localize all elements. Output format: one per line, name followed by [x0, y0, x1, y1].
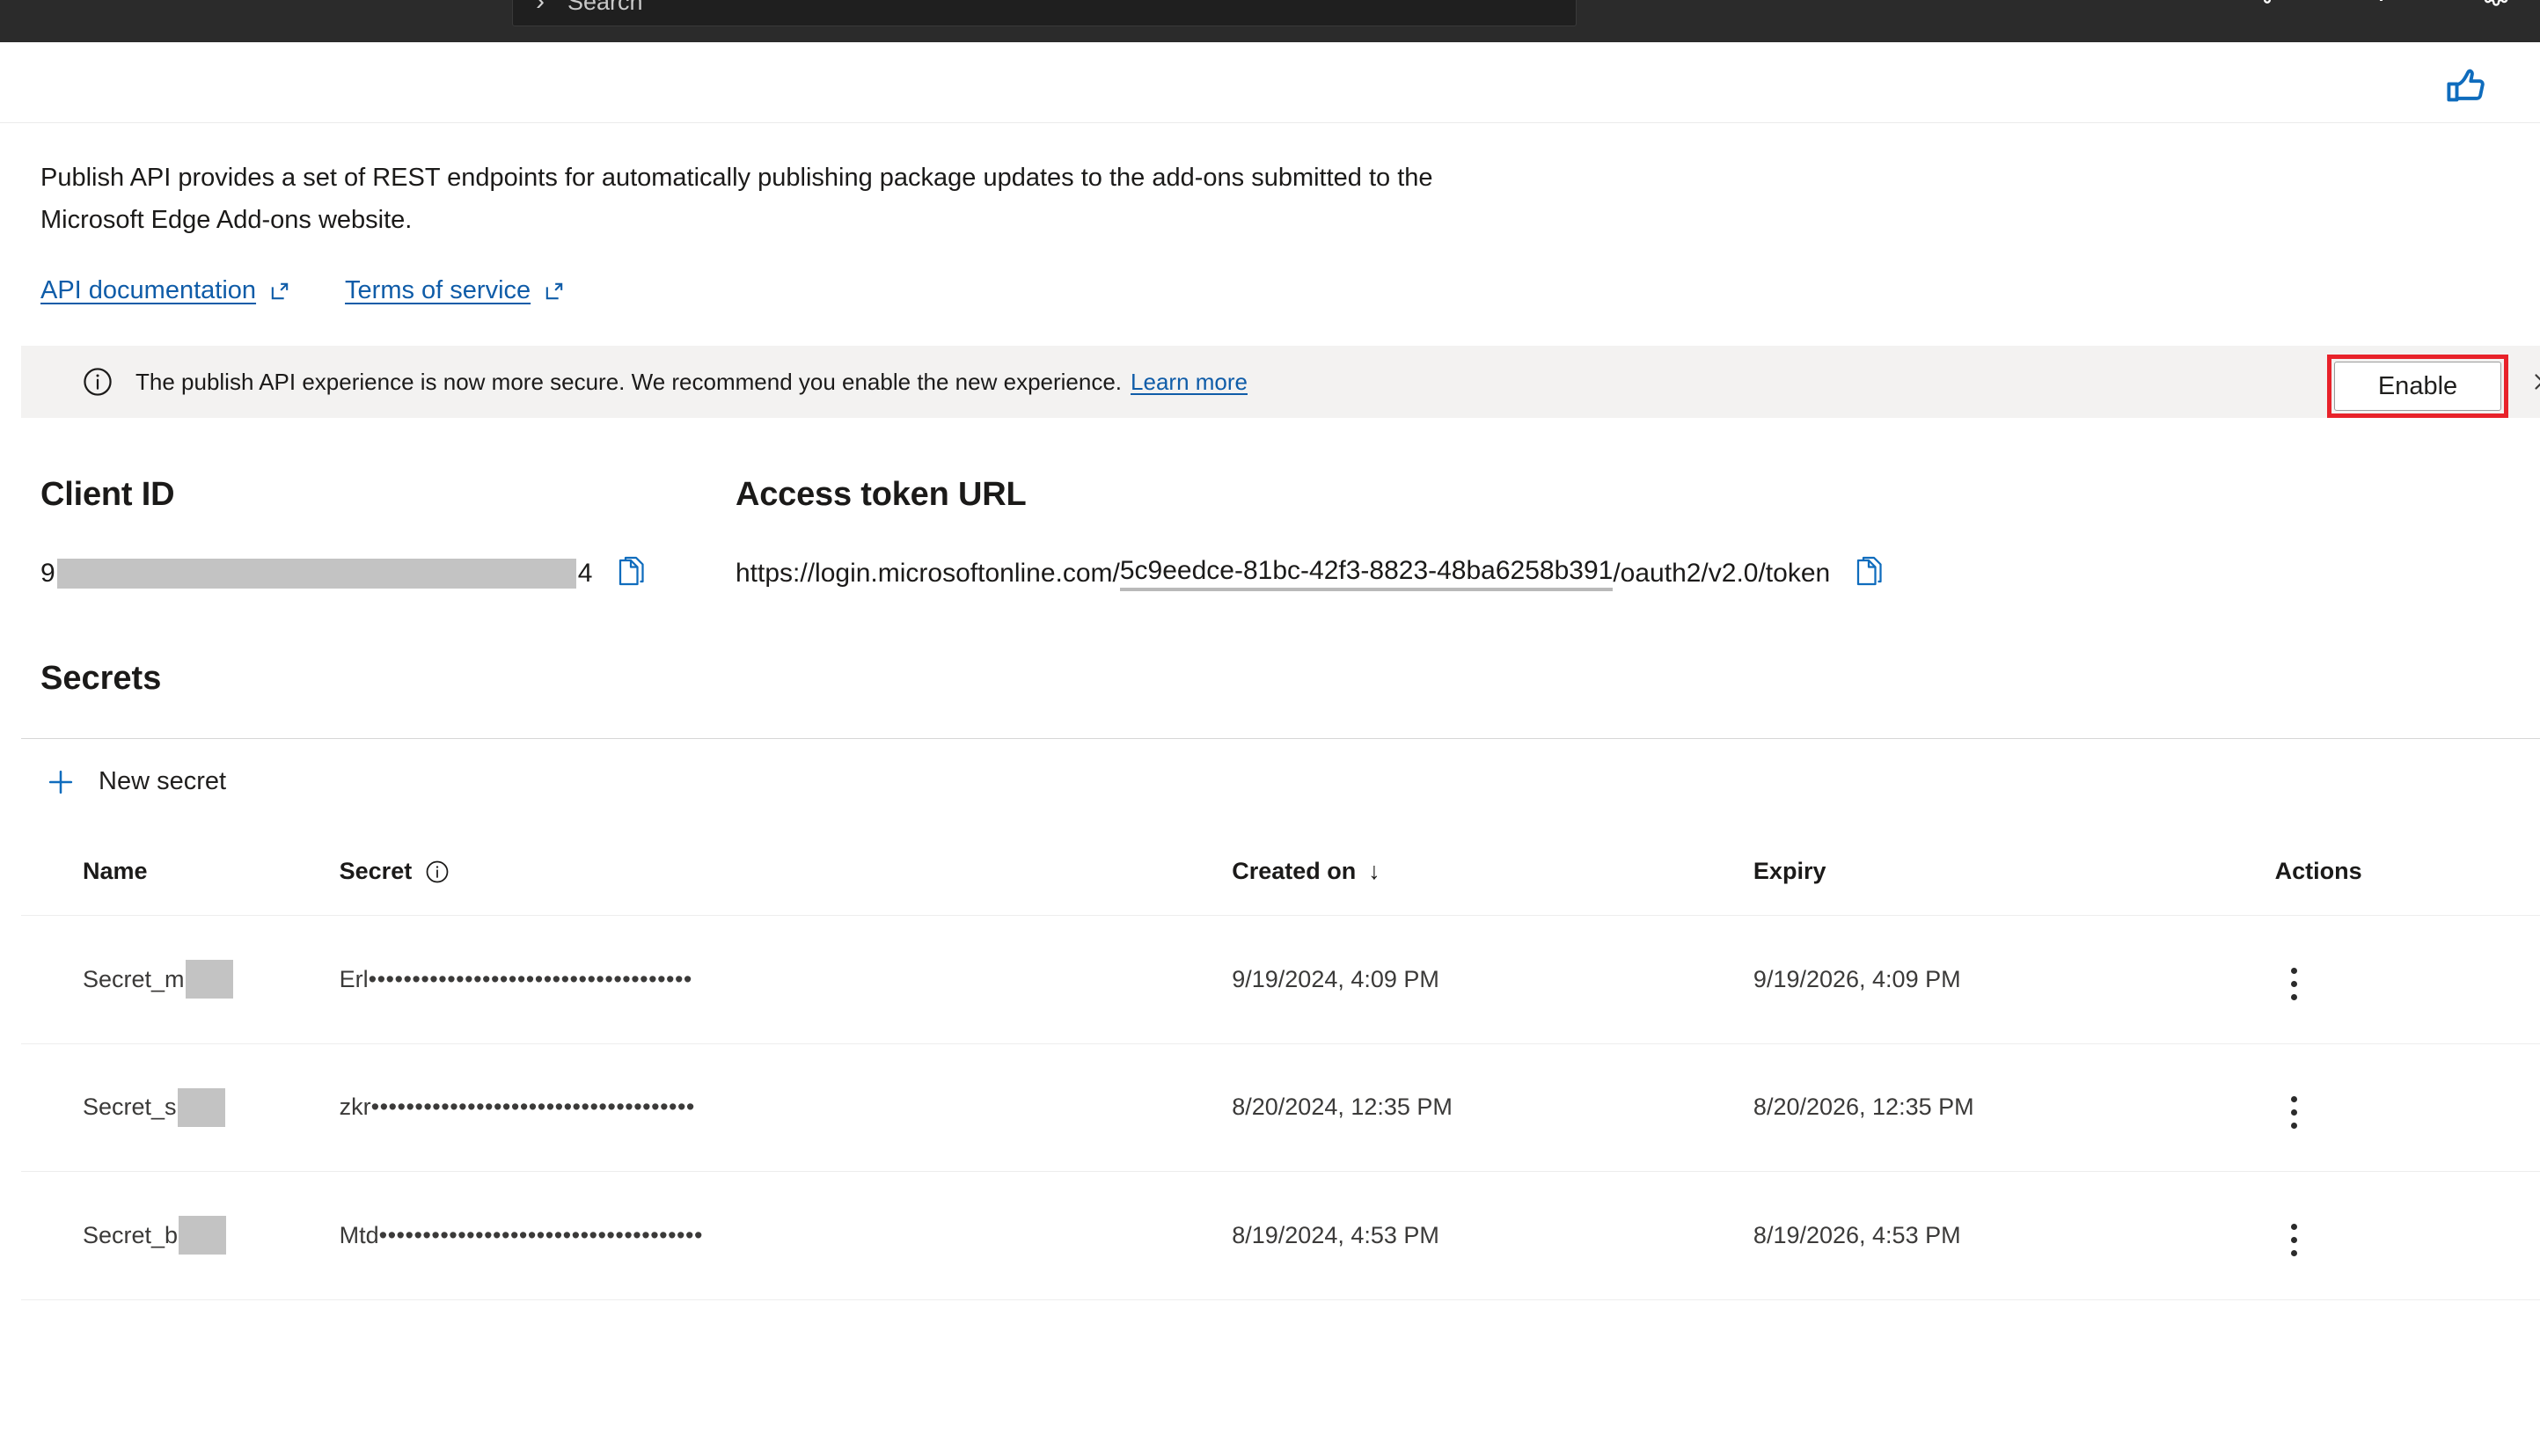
cell-name: Secret_s	[21, 1043, 340, 1172]
cell-actions	[2274, 1043, 2540, 1172]
table-row: Secret_s zkr••••••••••••••••••••••••••••…	[21, 1043, 2540, 1172]
search-input[interactable]: › Search	[512, 0, 1577, 26]
table-row: Secret_m Erl••••••••••••••••••••••••••••…	[21, 915, 2540, 1044]
chrome-icon-group: ?	[2250, 0, 2514, 9]
enable-button-highlight: Enable	[2327, 355, 2508, 418]
copy-icon[interactable]	[1853, 556, 1885, 591]
cell-actions	[2274, 1171, 2540, 1300]
enable-button[interactable]: Enable	[2334, 362, 2501, 411]
cell-expiry: 8/19/2026, 4:53 PM	[1753, 1171, 2275, 1300]
plus-icon	[44, 765, 77, 799]
column-header-name-label: Name	[83, 858, 148, 884]
client-id-block: Client ID 9 4	[40, 476, 736, 591]
search-placeholder: Search	[567, 0, 643, 15]
main-content: Publish API provides a set of REST endpo…	[0, 157, 2540, 1300]
column-header-created-on-label: Created on	[1232, 858, 1357, 884]
access-token-url-guid: 5c9eedce-81bc-42f3-8823-48ba6258b391	[1119, 556, 1614, 591]
feedback-bar	[0, 42, 2540, 123]
gear-icon[interactable]	[2478, 0, 2514, 9]
page-surface: Publish API provides a set of REST endpo…	[0, 42, 2540, 1456]
sort-descending-icon: ↓	[1368, 858, 1380, 884]
external-links: API documentation Terms of service	[40, 276, 2500, 305]
info-circle-icon[interactable]	[424, 859, 450, 885]
client-id-value-row: 9 4	[40, 556, 736, 591]
column-header-expiry-label: Expiry	[1753, 858, 1826, 884]
secrets-toolbar: New secret	[21, 738, 2540, 824]
column-header-secret[interactable]: Secret	[339, 844, 1233, 916]
bell-icon[interactable]	[2250, 0, 2285, 9]
secrets-table: Name Secret Created on ↓ Expiry Actions …	[21, 844, 2540, 1300]
more-vertical-icon[interactable]	[2275, 1218, 2314, 1262]
terms-of-service-label: Terms of service	[345, 276, 531, 304]
secret-name-redaction	[185, 960, 233, 999]
secret-value-mask: •••••••••••••••••••••••••••••••••••••	[368, 965, 692, 992]
learn-more-link[interactable]: Learn more	[1131, 369, 1248, 396]
access-token-url-block: Access token URL https://login.microsoft…	[736, 476, 2500, 591]
new-secret-button[interactable]: New secret	[40, 758, 230, 806]
cell-name: Secret_b	[21, 1171, 340, 1300]
column-header-secret-label: Secret	[339, 858, 413, 884]
column-header-name[interactable]: Name	[21, 844, 340, 916]
access-token-url-suffix: /oauth2/v2.0/token	[1613, 559, 1831, 588]
secret-name-prefix: Secret_b	[83, 1221, 179, 1248]
cell-expiry: 9/19/2026, 4:09 PM	[1753, 915, 2275, 1044]
cell-expiry: 8/20/2026, 12:35 PM	[1753, 1043, 2275, 1172]
external-link-icon	[267, 279, 292, 304]
top-chrome-bar: › Search ?	[0, 0, 2540, 42]
more-vertical-icon[interactable]	[2275, 962, 2314, 1006]
table-row: Secret_b Mtd••••••••••••••••••••••••••••…	[21, 1171, 2540, 1300]
column-header-created-on[interactable]: Created on ↓	[1232, 844, 1753, 916]
client-id-title: Client ID	[40, 476, 175, 513]
access-token-url-prefix: https://login.microsoftonline.com/	[736, 559, 1120, 588]
new-secret-label: New secret	[99, 767, 227, 795]
secret-value-prefix: zkr	[339, 1094, 371, 1121]
column-header-expiry[interactable]: Expiry	[1753, 844, 2275, 916]
cell-actions	[2274, 915, 2540, 1044]
help-icon[interactable]: ?	[2364, 0, 2399, 9]
secret-name-redaction	[177, 1087, 225, 1127]
more-vertical-icon[interactable]	[2275, 1090, 2314, 1134]
banner-message: The publish API experience is now more s…	[135, 368, 1123, 395]
column-header-actions-label: Actions	[2274, 858, 2362, 884]
access-token-url-value-row: https://login.microsoftonline.com/5c9eed…	[736, 556, 2500, 591]
access-token-url-title: Access token URL	[736, 476, 1027, 513]
cell-secret: Mtd•••••••••••••••••••••••••••••••••••••	[339, 1171, 1233, 1300]
cell-created-on: 8/19/2024, 4:53 PM	[1232, 1171, 1753, 1300]
client-id-redaction	[56, 559, 576, 589]
secret-name-prefix: Secret_s	[83, 1094, 177, 1121]
cell-created-on: 9/19/2024, 4:09 PM	[1232, 915, 1753, 1044]
secrets-title: Secrets	[40, 660, 162, 697]
copy-icon[interactable]	[615, 556, 647, 591]
secret-value-prefix: Mtd	[339, 1221, 379, 1248]
secret-name-prefix: Secret_m	[83, 965, 185, 992]
api-documentation-label: API documentation	[40, 276, 257, 304]
client-id-prefix: 9	[40, 559, 55, 588]
secret-name-redaction	[179, 1216, 227, 1255]
credentials-section: Client ID 9 4 Access token URL https://l…	[40, 476, 2500, 591]
cell-secret: Erl•••••••••••••••••••••••••••••••••••••	[339, 915, 1233, 1044]
cell-secret: zkr•••••••••••••••••••••••••••••••••••••	[339, 1043, 1233, 1172]
secret-value-mask: •••••••••••••••••••••••••••••••••••••	[370, 1094, 695, 1121]
client-id-suffix: 4	[577, 559, 593, 588]
terms-of-service-link[interactable]: Terms of service	[345, 276, 567, 305]
thumbs-up-icon[interactable]	[2442, 63, 2492, 109]
external-link-icon	[542, 279, 567, 304]
secret-value-prefix: Erl	[339, 965, 369, 992]
secret-value-mask: •••••••••••••••••••••••••••••••••••••	[378, 1221, 703, 1248]
close-icon[interactable]	[2529, 369, 2540, 395]
page-description: Publish API provides a set of REST endpo…	[40, 164, 1433, 234]
info-banner: The publish API experience is now more s…	[21, 346, 2540, 418]
api-documentation-link[interactable]: API documentation	[40, 276, 292, 305]
cell-created-on: 8/20/2024, 12:35 PM	[1232, 1043, 1753, 1172]
table-header-row: Name Secret Created on ↓ Expiry Actions	[21, 844, 2540, 916]
column-header-actions: Actions	[2274, 844, 2540, 916]
info-circle-icon	[81, 365, 114, 399]
chevron-right-icon: ›	[536, 0, 545, 16]
cell-name: Secret_m	[21, 915, 340, 1044]
